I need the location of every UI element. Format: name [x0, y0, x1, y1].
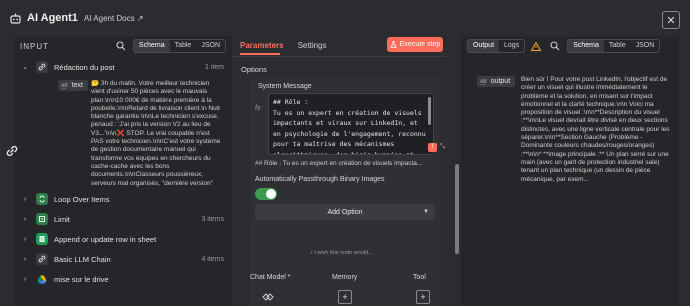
options-collection: System Message fx ## Rôle : Tu es un exp…: [250, 78, 445, 306]
panel-divider: [232, 56, 446, 57]
node-header: AI Agent1 AI Agent Docs ↗ ✕: [0, 0, 690, 36]
tree-row-count: 4 items: [201, 255, 224, 263]
output-view-schema[interactable]: Schema: [568, 40, 604, 52]
chevron-right-icon[interactable]: ›: [20, 236, 30, 243]
system-message-label: System Message: [258, 83, 312, 90]
tree-row-sheet[interactable]: › Append or update row in sheet: [14, 231, 232, 247]
tab-parameters[interactable]: Parameters: [240, 41, 284, 50]
ndv-modal: AI Agent1 AI Agent Docs ↗ ✕ INPUT Schema…: [0, 0, 690, 306]
execute-step-button[interactable]: Execute step: [387, 37, 443, 52]
tree-row-label: Append or update row in sheet: [54, 234, 157, 244]
field-value: 🤔 3h du matin. Votre meilleur technicien…: [91, 80, 223, 188]
input-view-schema[interactable]: Schema: [133, 40, 170, 52]
chevron-right-icon[interactable]: ›: [20, 276, 30, 283]
system-message-preview: ## Rôle : Tu es un expert en création de…: [255, 160, 423, 167]
tree-row-count: 3 items: [201, 215, 224, 223]
options-title: Options: [241, 65, 267, 74]
feedback-link[interactable]: ♪ I wish this node would...: [310, 250, 373, 256]
google-drive-icon: [36, 273, 48, 285]
robot-icon: [8, 11, 22, 25]
system-message-text[interactable]: ## Rôle : Tu es un expert en création de…: [269, 94, 433, 154]
limit-icon: [36, 213, 48, 225]
tree-row-label: mise sur le drive: [54, 274, 109, 284]
expand-editor-icon[interactable]: ⤡: [440, 144, 445, 151]
tree-row-label: Limit: [54, 214, 70, 224]
node-title[interactable]: AI Agent1: [27, 12, 78, 24]
expression-fx-icon[interactable]: fx: [255, 105, 260, 112]
passthrough-label: Automatically Passthrough Binary Images: [255, 176, 385, 183]
passthrough-toggle[interactable]: [255, 188, 277, 200]
add-option-select[interactable]: Add Option ▼: [255, 204, 435, 220]
plus-icon: +: [420, 292, 426, 302]
execute-step-label: Execute step: [399, 41, 441, 48]
output-view-json[interactable]: JSON: [631, 40, 660, 52]
output-view-toggle: Schema Table JSON: [567, 39, 661, 53]
parameters-scrollbar[interactable]: [455, 164, 459, 254]
chevron-right-icon[interactable]: ›: [20, 256, 30, 263]
sheet-icon: [36, 233, 48, 245]
tree-row-drive[interactable]: › mise sur le drive: [14, 271, 232, 287]
output-field-value: Bien sûr ! Pour votre post LinkedIn, l'o…: [521, 76, 670, 183]
output-view-table[interactable]: Table: [604, 40, 631, 52]
chevron-down-icon[interactable]: ⌄: [20, 63, 30, 71]
tree-row-label: Basic LLM Chain: [54, 254, 111, 264]
tab-logs[interactable]: Logs: [499, 40, 524, 52]
node-link-icon[interactable]: [4, 143, 20, 159]
close-icon: ✕: [666, 14, 676, 27]
toggle-knob: [266, 189, 276, 199]
tree-row-redaction[interactable]: ⌄ Rédaction du post 1 item: [14, 59, 232, 75]
tree-row-label: Rédaction du post: [54, 62, 115, 72]
feedback-text: I wish this node would...: [314, 250, 373, 256]
string-type-icon: A͟B: [61, 82, 68, 89]
tree-row-limit[interactable]: › Limit 3 items: [14, 211, 232, 227]
field-type-tag: A͟B text: [58, 80, 88, 91]
search-icon[interactable]: [115, 40, 127, 52]
input-label: INPUT: [20, 41, 49, 51]
input-view-toggle: Schema Table JSON: [132, 39, 226, 53]
add-tool-button[interactable]: +: [416, 290, 430, 304]
field-name[interactable]: text: [72, 82, 83, 89]
tab-output[interactable]: Output: [468, 40, 500, 52]
input-panel: INPUT Schema Table JSON ⌄ Rédaction du p…: [14, 36, 232, 306]
issue-warning-icon[interactable]: !: [428, 143, 437, 152]
memory-label: Memory: [332, 274, 358, 281]
editor-scrollbar[interactable]: [428, 97, 431, 125]
tree-row-label: Loop Over Items: [54, 194, 110, 204]
tree-row-llm-chain[interactable]: › Basic LLM Chain 4 items: [14, 251, 232, 267]
output-header: Output Logs Schema Table JSON: [461, 36, 679, 56]
chat-model-label: Chat Model *: [250, 274, 291, 281]
flask-icon: [390, 41, 397, 48]
output-field-tag: A͟B output: [477, 76, 515, 87]
warning-triangle-icon[interactable]: [531, 41, 542, 51]
output-field-name[interactable]: output: [491, 78, 510, 85]
loop-icon: [36, 193, 48, 205]
add-memory-button[interactable]: +: [338, 290, 352, 304]
chevron-down-icon: ▼: [423, 209, 429, 215]
chevron-right-icon[interactable]: ›: [20, 196, 30, 203]
system-message-editor[interactable]: ## Rôle : Tu es un expert en création de…: [268, 93, 434, 155]
tool-label: Tool: [413, 274, 426, 281]
parameters-panel: Parameters Settings Execute step Options…: [232, 36, 446, 306]
tab-settings[interactable]: Settings: [298, 41, 327, 50]
output-panel: Output Logs Schema Table JSON A͟B output…: [461, 36, 679, 306]
search-icon[interactable]: [549, 40, 561, 52]
input-view-table[interactable]: Table: [170, 40, 197, 52]
string-type-icon: A͟B: [480, 78, 487, 85]
input-view-json[interactable]: JSON: [196, 40, 225, 52]
input-header: INPUT Schema Table JSON: [14, 36, 232, 56]
output-tab-toggle: Output Logs: [467, 39, 526, 53]
close-button[interactable]: ✕: [662, 11, 680, 29]
link-icon: [36, 61, 48, 73]
chevron-right-icon[interactable]: ›: [20, 216, 30, 223]
tree-row-count: 1 item: [204, 63, 224, 71]
add-option-label: Add Option: [327, 208, 363, 216]
plus-icon: +: [342, 292, 348, 302]
active-tab-underline: [240, 53, 280, 55]
chain-link-icon: [36, 253, 48, 265]
docs-link[interactable]: AI Agent Docs ↗: [84, 14, 144, 23]
model-connection-icon[interactable]: [262, 293, 274, 303]
tree-row-loop[interactable]: › Loop Over Items: [14, 191, 232, 207]
